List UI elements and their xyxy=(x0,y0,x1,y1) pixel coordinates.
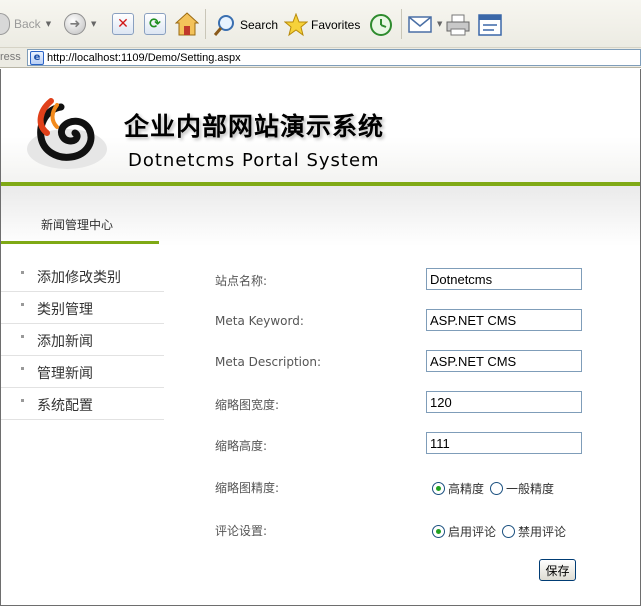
radio-label: 启用评论 xyxy=(448,525,497,539)
comments-radio-group: 启用评论 禁用评论 xyxy=(432,523,572,540)
bullet-icon xyxy=(21,399,24,402)
comments-label: 评论设置: xyxy=(215,524,268,538)
site-title: 企业内部网站演示系统 xyxy=(124,112,385,141)
forward-arrow-icon: ➜ xyxy=(64,13,86,35)
back-button[interactable]: Back ▼ xyxy=(0,13,51,35)
site-name-input[interactable] xyxy=(426,268,582,290)
address-input[interactable]: e http://localhost:1109/Demo/Setting.asp… xyxy=(27,49,641,66)
stop-button[interactable]: ✕ xyxy=(112,13,134,35)
sidebar-item-label: 类别管理 xyxy=(37,302,93,318)
radio-high-precision[interactable] xyxy=(432,482,445,495)
sidebar: 添加修改类别 类别管理 添加新闻 管理新闻 系统配置 xyxy=(1,260,164,420)
site-header: 企业内部网站演示系统 Dotnetcms Portal System xyxy=(1,69,640,182)
mail-icon xyxy=(408,16,432,33)
back-arrow-icon xyxy=(0,13,10,35)
back-label: Back xyxy=(14,17,41,31)
sidebar-item-category-management[interactable]: 类别管理 xyxy=(1,292,164,324)
thumb-height-label: 缩略高度: xyxy=(215,439,268,453)
browser-toolbar: Back ▼ ➜ ▼ ✕ ⟳ Search Favorites ▼ xyxy=(0,0,641,48)
radio-label: 高精度 xyxy=(448,482,485,496)
site-name-label: 站点名称: xyxy=(215,274,268,288)
radio-disable-comments[interactable] xyxy=(502,525,516,538)
search-label: Search xyxy=(240,18,279,32)
bullet-icon xyxy=(21,303,24,306)
sidebar-item-add-news[interactable]: 添加新闻 xyxy=(1,324,164,356)
bullet-icon xyxy=(21,271,24,274)
forward-button[interactable]: ➜ ▼ xyxy=(64,13,96,35)
meta-keyword-label: Meta Keyword: xyxy=(215,314,304,328)
page-viewport: 企业内部网站演示系统 Dotnetcms Portal System 新闻管理中… xyxy=(0,69,641,606)
print-button[interactable] xyxy=(446,14,470,36)
sidebar-item-label: 添加新闻 xyxy=(37,334,93,350)
history-button[interactable] xyxy=(368,13,394,37)
address-bar: ress e http://localhost:1109/Demo/Settin… xyxy=(0,48,641,68)
chevron-down-icon[interactable]: ▼ xyxy=(437,20,442,28)
site-logo xyxy=(27,98,107,169)
address-label: ress xyxy=(0,51,21,63)
site-subtitle: Dotnetcms Portal System xyxy=(128,150,380,171)
toolbar-separator xyxy=(401,9,402,39)
radio-label: 禁用评论 xyxy=(518,525,567,539)
search-button[interactable]: Search xyxy=(212,13,278,37)
search-icon xyxy=(213,15,234,36)
ie-page-icon: e xyxy=(30,50,44,65)
bullet-icon xyxy=(21,335,24,338)
sidebar-item-add-edit-category[interactable]: 添加修改类别 xyxy=(1,260,164,292)
thumb-height-input[interactable] xyxy=(426,432,582,454)
mail-button[interactable]: ▼ xyxy=(408,14,442,34)
edit-button[interactable] xyxy=(478,14,502,36)
thumb-width-label: 缩略图宽度: xyxy=(215,398,280,412)
sidebar-item-label: 系统配置 xyxy=(37,398,93,414)
chevron-down-icon[interactable]: ▼ xyxy=(46,20,51,28)
history-icon xyxy=(370,14,392,36)
sidebar-item-label: 管理新闻 xyxy=(37,366,93,382)
edit-page-icon xyxy=(478,14,502,36)
tab-label: 新闻管理中心 xyxy=(41,218,114,232)
thumb-precision-radio-group: 高精度 一般精度 xyxy=(432,480,560,497)
thumb-precision-label: 缩略图精度: xyxy=(215,481,280,495)
meta-description-input[interactable] xyxy=(426,350,582,372)
refresh-button[interactable]: ⟳ xyxy=(144,13,166,35)
star-icon xyxy=(284,13,308,37)
printer-icon xyxy=(446,14,470,36)
toolbar-separator xyxy=(205,9,206,39)
stop-icon: ✕ xyxy=(112,13,134,35)
chevron-down-icon[interactable]: ▼ xyxy=(91,20,96,28)
radio-enable-comments[interactable] xyxy=(432,525,445,538)
tab-news-center[interactable]: 新闻管理中心 xyxy=(1,186,159,244)
sidebar-item-manage-news[interactable]: 管理新闻 xyxy=(1,356,164,388)
radio-normal-precision[interactable] xyxy=(490,482,504,495)
home-button[interactable] xyxy=(175,11,199,37)
active-tab-underline xyxy=(1,241,159,244)
thumb-width-input[interactable] xyxy=(426,391,582,413)
favorites-label: Favorites xyxy=(311,18,361,32)
meta-description-label: Meta Description: xyxy=(215,355,321,369)
bullet-icon xyxy=(21,367,24,370)
save-button[interactable]: 保存 xyxy=(539,559,576,581)
meta-keyword-input[interactable] xyxy=(426,309,582,331)
radio-label: 一般精度 xyxy=(506,482,555,496)
address-url: http://localhost:1109/Demo/Setting.aspx xyxy=(47,51,241,64)
sidebar-item-label: 添加修改类别 xyxy=(37,270,121,286)
sidebar-item-system-config[interactable]: 系统配置 xyxy=(1,388,164,420)
refresh-icon: ⟳ xyxy=(144,13,166,35)
favorites-button[interactable]: Favorites xyxy=(284,13,360,37)
home-icon xyxy=(175,12,199,36)
